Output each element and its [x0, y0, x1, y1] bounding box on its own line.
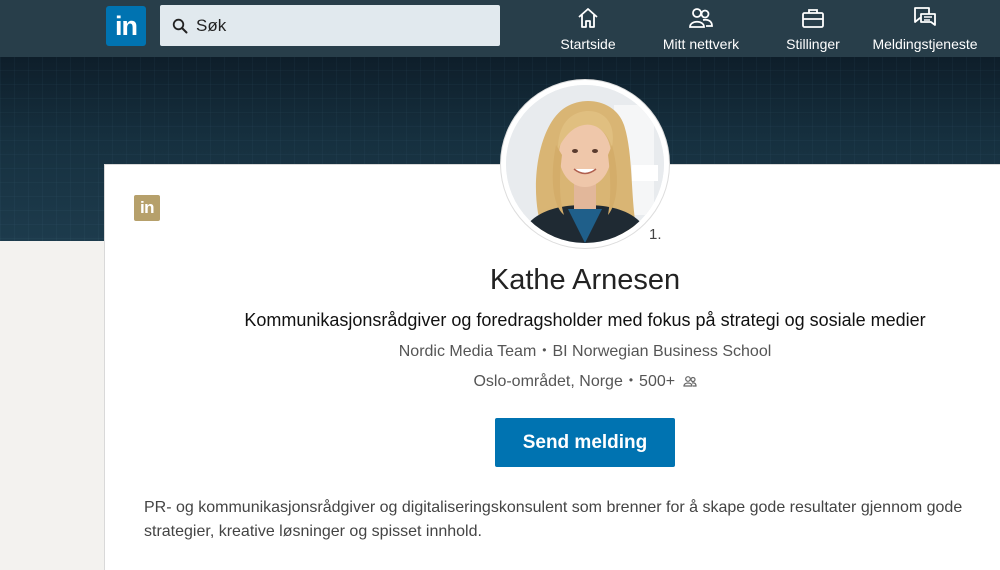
profile-headline: Kommunikasjonsrådgiver og foredragsholde…: [244, 310, 926, 330]
briefcase-icon: [802, 9, 824, 28]
connections-icon: [682, 376, 697, 387]
nav-item-messaging[interactable]: Meldingstjeneste: [868, 5, 982, 53]
linkedin-logo[interactable]: in: [106, 6, 146, 46]
messaging-icon: [914, 7, 936, 26]
school-link[interactable]: BI Norwegian Business School: [552, 343, 771, 360]
top-navigation-bar: in Startside Mitt nettverk Stillinger: [0, 0, 1000, 57]
location: Oslo-området, Norge: [473, 373, 623, 390]
connection-degree: 1.: [649, 226, 662, 243]
person-portrait-icon: [506, 85, 664, 243]
nav-item-label: Startside: [560, 36, 616, 52]
nav-item-jobs[interactable]: Stillinger: [782, 5, 844, 53]
search-input[interactable]: [196, 15, 486, 36]
current-company-link[interactable]: Nordic Media Team: [399, 343, 537, 360]
connections-count[interactable]: 500+: [639, 373, 675, 390]
nav-item-label: Stillinger: [786, 36, 840, 52]
profile-experience-education: Nordic Media Team • BI Norwegian Business …: [0, 343, 1000, 361]
summary-line: strategier, kreative løsninger og spisse…: [144, 523, 482, 540]
nav-item-label: Meldingstjeneste: [872, 36, 978, 52]
premium-badge-icon: in: [134, 195, 160, 221]
nav-item-label: Mitt nettverk: [662, 36, 740, 52]
profile-location-connections: Oslo-området, Norge • 500+: [0, 373, 1000, 391]
search-box[interactable]: [160, 5, 500, 46]
profile-name: Kathe Arnesen: [489, 264, 681, 296]
network-icon: [689, 8, 713, 28]
separator-dot: •: [628, 373, 634, 387]
profile-photo[interactable]: [501, 80, 669, 248]
send-message-button[interactable]: Send melding: [495, 418, 675, 467]
home-icon: [578, 8, 598, 28]
nav-item-home[interactable]: Startside: [558, 5, 618, 53]
profile-summary: PR- og kommunikasjonsrådgiver og digital…: [144, 496, 1000, 544]
nav-item-network[interactable]: Mitt nettverk: [655, 5, 747, 53]
separator-dot: •: [542, 343, 547, 357]
summary-line: PR- og kommunikasjonsrådgiver og digital…: [144, 499, 963, 516]
search-icon: [172, 18, 188, 33]
